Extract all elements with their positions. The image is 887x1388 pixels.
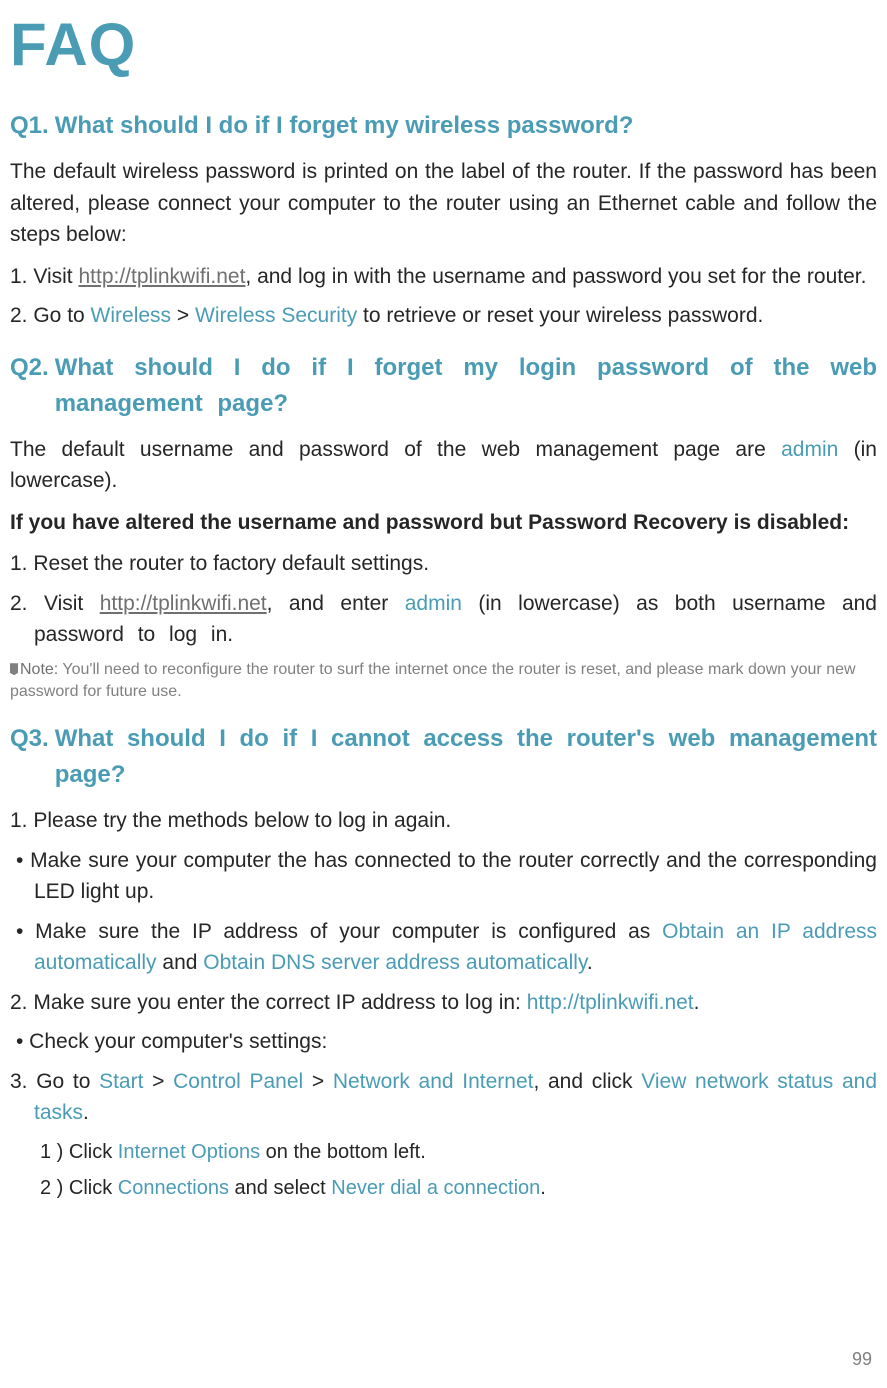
q1-step2-gt: > (171, 304, 195, 327)
q3-step3: 3. Go to Start > Control Panel > Network… (10, 1066, 877, 1129)
bookmark-icon (10, 663, 18, 675)
q3-number: Q3. (10, 721, 49, 793)
q2-note: Note: You'll need to reconfigure the rou… (10, 659, 877, 704)
q2-step2-mid: , and enter (267, 592, 405, 615)
q3-heading: Q3. What should I do if I cannot access … (10, 721, 877, 793)
q2-intro: The default username and password of the… (10, 434, 877, 497)
q2-step2-prefix: 2. Visit (10, 592, 100, 615)
q3-sub1-prefix: 1 ) Click (40, 1141, 118, 1163)
q3-bullet2-suffix: . (587, 951, 593, 974)
q1-intro: The default wireless password is printed… (10, 156, 877, 251)
q3-step1: 1. Please try the methods below to log i… (10, 805, 877, 837)
q3-sub2-mid: and select (229, 1177, 331, 1199)
q2-step1: 1. Reset the router to factory default s… (10, 548, 877, 580)
q3-bullet2-mid: and (157, 951, 204, 974)
q3-step3-gt2: > (303, 1070, 333, 1093)
q1-step2-wireless-security: Wireless Security (195, 304, 357, 327)
note-text: You'll need to reconfigure the router to… (10, 661, 856, 700)
q3-step3-prefix: 3. Go to (10, 1070, 99, 1093)
q3-step3-mid: , and click (533, 1070, 641, 1093)
q3-step3-control-panel: Control Panel (173, 1070, 303, 1093)
q3-sub1: 1 ) Click Internet Options on the bottom… (10, 1137, 877, 1167)
q1-text: What should I do if I forget my wireless… (55, 108, 877, 144)
q3-sub2-never-dial: Never dial a connection (331, 1177, 540, 1199)
q2-text: What should I do if I forget my login pa… (55, 350, 877, 422)
q3-step2: 2. Make sure you enter the correct IP ad… (10, 987, 877, 1019)
q3-step3-network: Network and Internet (333, 1070, 534, 1093)
q2-intro-prefix: The default username and password of the… (10, 438, 781, 461)
q1-number: Q1. (10, 108, 49, 144)
q3-bullet2: • Make sure the IP address of your compu… (10, 916, 877, 979)
q3-step2-suffix: . (694, 991, 700, 1014)
q1-step1-link[interactable]: http://tplinkwifi.net (78, 265, 245, 288)
q2-number: Q2. (10, 350, 49, 422)
q3-step3-gt1: > (143, 1070, 173, 1093)
q3-sub2-suffix: . (540, 1177, 546, 1199)
q3-bullet1: • Make sure your computer the has connec… (10, 845, 877, 908)
q3-sub2-connections: Connections (118, 1177, 229, 1199)
q2-intro-admin: admin (781, 438, 838, 461)
q2-step2-admin: admin (405, 592, 462, 615)
q1-step2-prefix: 2. Go to (10, 304, 91, 327)
q2-step2: 2. Visit http://tplinkwifi.net, and ente… (10, 588, 877, 651)
q1-step2: 2. Go to Wireless > Wireless Security to… (10, 300, 877, 332)
q1-step1-suffix: , and log in with the username and passw… (245, 265, 866, 288)
q3-sub2-prefix: 2 ) Click (40, 1177, 118, 1199)
q2-step2-link[interactable]: http://tplinkwifi.net (100, 592, 267, 615)
page-number: 99 (852, 1346, 872, 1373)
q3-sub1-internet-options: Internet Options (118, 1141, 260, 1163)
q3-bullet2-obtain-dns: Obtain DNS server address automatically (203, 951, 587, 974)
q1-heading: Q1. What should I do if I forget my wire… (10, 108, 877, 144)
q3-sub2: 2 ) Click Connections and select Never d… (10, 1173, 877, 1203)
q3-bullet2-prefix: • Make sure the IP address of your compu… (16, 920, 662, 943)
q3-step2-url: http://tplinkwifi.net (527, 991, 694, 1014)
q3-sub1-suffix: on the bottom left. (260, 1141, 426, 1163)
q3-step3-start: Start (99, 1070, 143, 1093)
page-title: FAQ (10, 0, 877, 90)
q3-step3-suffix: . (83, 1101, 89, 1124)
q3-step2-prefix: 2. Make sure you enter the correct IP ad… (10, 991, 527, 1014)
q1-step2-suffix: to retrieve or reset your wireless passw… (357, 304, 763, 327)
q3-text: What should I do if I cannot access the … (55, 721, 877, 793)
q1-step1: 1. Visit http://tplinkwifi.net, and log … (10, 261, 877, 293)
q1-step2-wireless: Wireless (91, 304, 172, 327)
note-label: Note: (20, 661, 58, 678)
q3-bullet3: • Check your computer's settings: (10, 1026, 877, 1058)
q2-bold-line: If you have altered the username and pas… (10, 507, 877, 539)
q2-heading: Q2. What should I do if I forget my logi… (10, 350, 877, 422)
q1-step1-prefix: 1. Visit (10, 265, 78, 288)
